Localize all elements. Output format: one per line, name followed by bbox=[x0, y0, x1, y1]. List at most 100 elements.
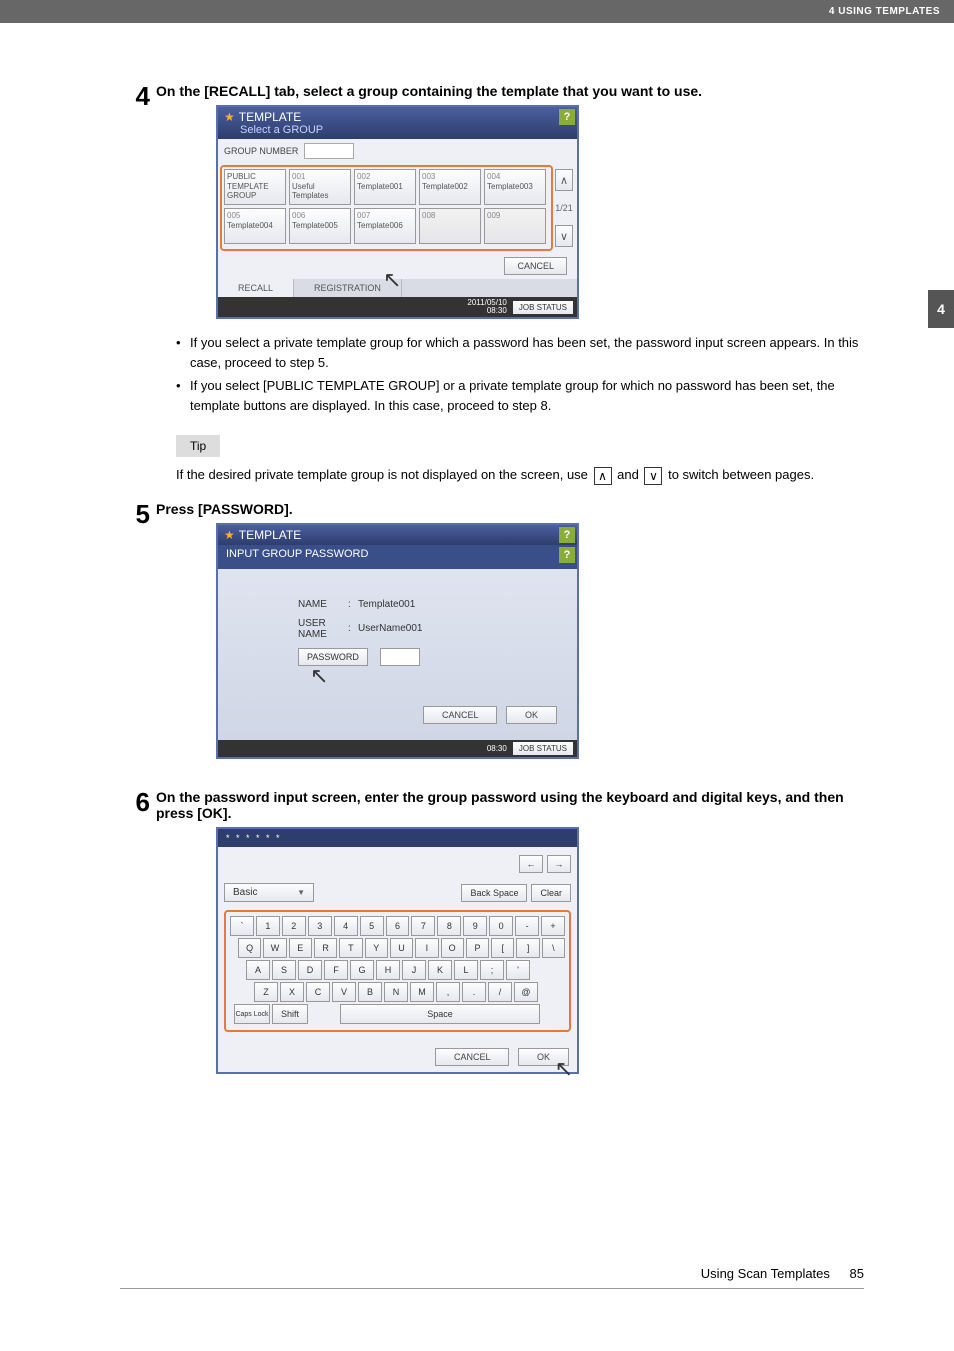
chevron-down-icon: ▼ bbox=[297, 888, 305, 897]
key-P[interactable]: P bbox=[466, 938, 489, 958]
screen2-header: ★TEMPLATE ? bbox=[218, 525, 577, 545]
key-'[interactable]: ' bbox=[506, 960, 530, 980]
key-B[interactable]: B bbox=[358, 982, 382, 1002]
group-cell-002[interactable]: 002Template001 bbox=[354, 169, 416, 205]
key-5[interactable]: 5 bbox=[360, 916, 384, 936]
key-4[interactable]: 4 bbox=[334, 916, 358, 936]
cancel-button[interactable]: CANCEL bbox=[423, 706, 498, 724]
name-value: Template001 bbox=[358, 599, 415, 610]
capslock-key[interactable]: Caps Lock bbox=[234, 1004, 270, 1024]
key-G[interactable]: G bbox=[350, 960, 374, 980]
key-Z[interactable]: Z bbox=[254, 982, 278, 1002]
step-4-title: On the [RECALL] tab, select a group cont… bbox=[156, 83, 864, 99]
group-cell-005[interactable]: 005Template004 bbox=[224, 208, 286, 244]
group-cell-public[interactable]: PUBLIC TEMPLATE GROUP bbox=[224, 169, 286, 205]
key-6[interactable]: 6 bbox=[386, 916, 410, 936]
key-,[interactable]: , bbox=[436, 982, 460, 1002]
group-number-label: GROUP NUMBER bbox=[224, 146, 298, 156]
username-value: UserName001 bbox=[358, 623, 422, 634]
arrow-right-key[interactable]: → bbox=[547, 855, 571, 873]
page-number: 85 bbox=[850, 1266, 864, 1281]
cursor-icon: ↖ bbox=[310, 663, 328, 689]
key-9[interactable]: 9 bbox=[463, 916, 487, 936]
help-icon[interactable]: ? bbox=[559, 527, 575, 543]
ok-button[interactable]: OK bbox=[518, 1048, 569, 1066]
key-I[interactable]: I bbox=[415, 938, 438, 958]
group-cell-009[interactable]: 009 bbox=[484, 208, 546, 244]
key-7[interactable]: 7 bbox=[411, 916, 435, 936]
key-M[interactable]: M bbox=[410, 982, 434, 1002]
backspace-button[interactable]: Back Space bbox=[461, 884, 527, 902]
key-S[interactable]: S bbox=[272, 960, 296, 980]
key-[[interactable]: [ bbox=[491, 938, 514, 958]
screen1-tabs: RECALL REGISTRATION bbox=[218, 279, 577, 297]
step-5: 5 Press [PASSWORD]. ★TEMPLATE ? INPUT GR… bbox=[120, 501, 864, 774]
keyboard-screen: * * * * * * ← → Basic▼ Back Space Clear … bbox=[216, 827, 579, 1074]
key-;[interactable]: ; bbox=[480, 960, 504, 980]
step4-note-2: If you select [PUBLIC TEMPLATE GROUP] or… bbox=[176, 376, 864, 415]
group-cell-006[interactable]: 006Template005 bbox=[289, 208, 351, 244]
help-icon[interactable]: ? bbox=[559, 547, 575, 563]
cancel-button[interactable]: CANCEL bbox=[435, 1048, 510, 1066]
screen2-footer: 08:30 JOB STATUS bbox=[218, 740, 577, 757]
group-cell-003[interactable]: 003Template002 bbox=[419, 169, 481, 205]
job-status-button[interactable]: JOB STATUS bbox=[513, 742, 573, 755]
screen1-footer: 2011/05/10 08:30 JOB STATUS bbox=[218, 297, 577, 317]
key-V[interactable]: V bbox=[332, 982, 356, 1002]
step-5-number: 5 bbox=[120, 501, 150, 774]
key-`[interactable]: ` bbox=[230, 916, 254, 936]
key-E[interactable]: E bbox=[289, 938, 312, 958]
key-Q[interactable]: Q bbox=[238, 938, 261, 958]
key-J[interactable]: J bbox=[402, 960, 426, 980]
password-button[interactable]: PASSWORD bbox=[298, 648, 368, 666]
page-up-icon[interactable]: ∧ bbox=[555, 169, 573, 191]
password-field[interactable] bbox=[380, 648, 420, 666]
space-key[interactable]: Space bbox=[340, 1004, 540, 1024]
tab-recall[interactable]: RECALL bbox=[218, 279, 294, 297]
group-cell-007[interactable]: 007Template006 bbox=[354, 208, 416, 244]
group-cell-001[interactable]: 001Useful Templates bbox=[289, 169, 351, 205]
key-D[interactable]: D bbox=[298, 960, 322, 980]
ok-button[interactable]: OK bbox=[506, 706, 557, 724]
group-number-field[interactable] bbox=[304, 143, 354, 159]
page-down-icon[interactable]: ∨ bbox=[555, 225, 573, 247]
help-icon[interactable]: ? bbox=[559, 109, 575, 125]
arrow-left-key[interactable]: ← bbox=[519, 855, 543, 873]
tab-registration[interactable]: REGISTRATION bbox=[294, 279, 402, 297]
key-K[interactable]: K bbox=[428, 960, 452, 980]
group-cell-004[interactable]: 004Template003 bbox=[484, 169, 546, 205]
group-cell-008[interactable]: 008 bbox=[419, 208, 481, 244]
key-O[interactable]: O bbox=[441, 938, 464, 958]
key-Y[interactable]: Y bbox=[365, 938, 388, 958]
key-L[interactable]: L bbox=[454, 960, 478, 980]
mode-dropdown[interactable]: Basic▼ bbox=[224, 883, 314, 902]
key-C[interactable]: C bbox=[306, 982, 330, 1002]
page-up-inline-icon: ∧ bbox=[594, 467, 612, 485]
job-status-button[interactable]: JOB STATUS bbox=[513, 301, 573, 314]
key-2[interactable]: 2 bbox=[282, 916, 306, 936]
key-R[interactable]: R bbox=[314, 938, 337, 958]
key-\[interactable]: \ bbox=[542, 938, 565, 958]
clear-button[interactable]: Clear bbox=[531, 884, 571, 902]
key-F[interactable]: F bbox=[324, 960, 348, 980]
key-H[interactable]: H bbox=[376, 960, 400, 980]
cancel-button[interactable]: CANCEL bbox=[504, 257, 567, 275]
page-indicator: 1/21 bbox=[555, 203, 573, 213]
key-8[interactable]: 8 bbox=[437, 916, 461, 936]
key-@[interactable]: @ bbox=[514, 982, 538, 1002]
key-W[interactable]: W bbox=[263, 938, 286, 958]
key-N[interactable]: N bbox=[384, 982, 408, 1002]
key-1[interactable]: 1 bbox=[256, 916, 280, 936]
key-][interactable]: ] bbox=[516, 938, 539, 958]
shift-key[interactable]: Shift bbox=[272, 1004, 308, 1024]
key-U[interactable]: U bbox=[390, 938, 413, 958]
key-.[interactable]: . bbox=[462, 982, 486, 1002]
key--[interactable]: - bbox=[515, 916, 539, 936]
key-T[interactable]: T bbox=[339, 938, 362, 958]
key-+[interactable]: + bbox=[541, 916, 565, 936]
key-A[interactable]: A bbox=[246, 960, 270, 980]
key-X[interactable]: X bbox=[280, 982, 304, 1002]
key-/[interactable]: / bbox=[488, 982, 512, 1002]
key-3[interactable]: 3 bbox=[308, 916, 332, 936]
key-0[interactable]: 0 bbox=[489, 916, 513, 936]
